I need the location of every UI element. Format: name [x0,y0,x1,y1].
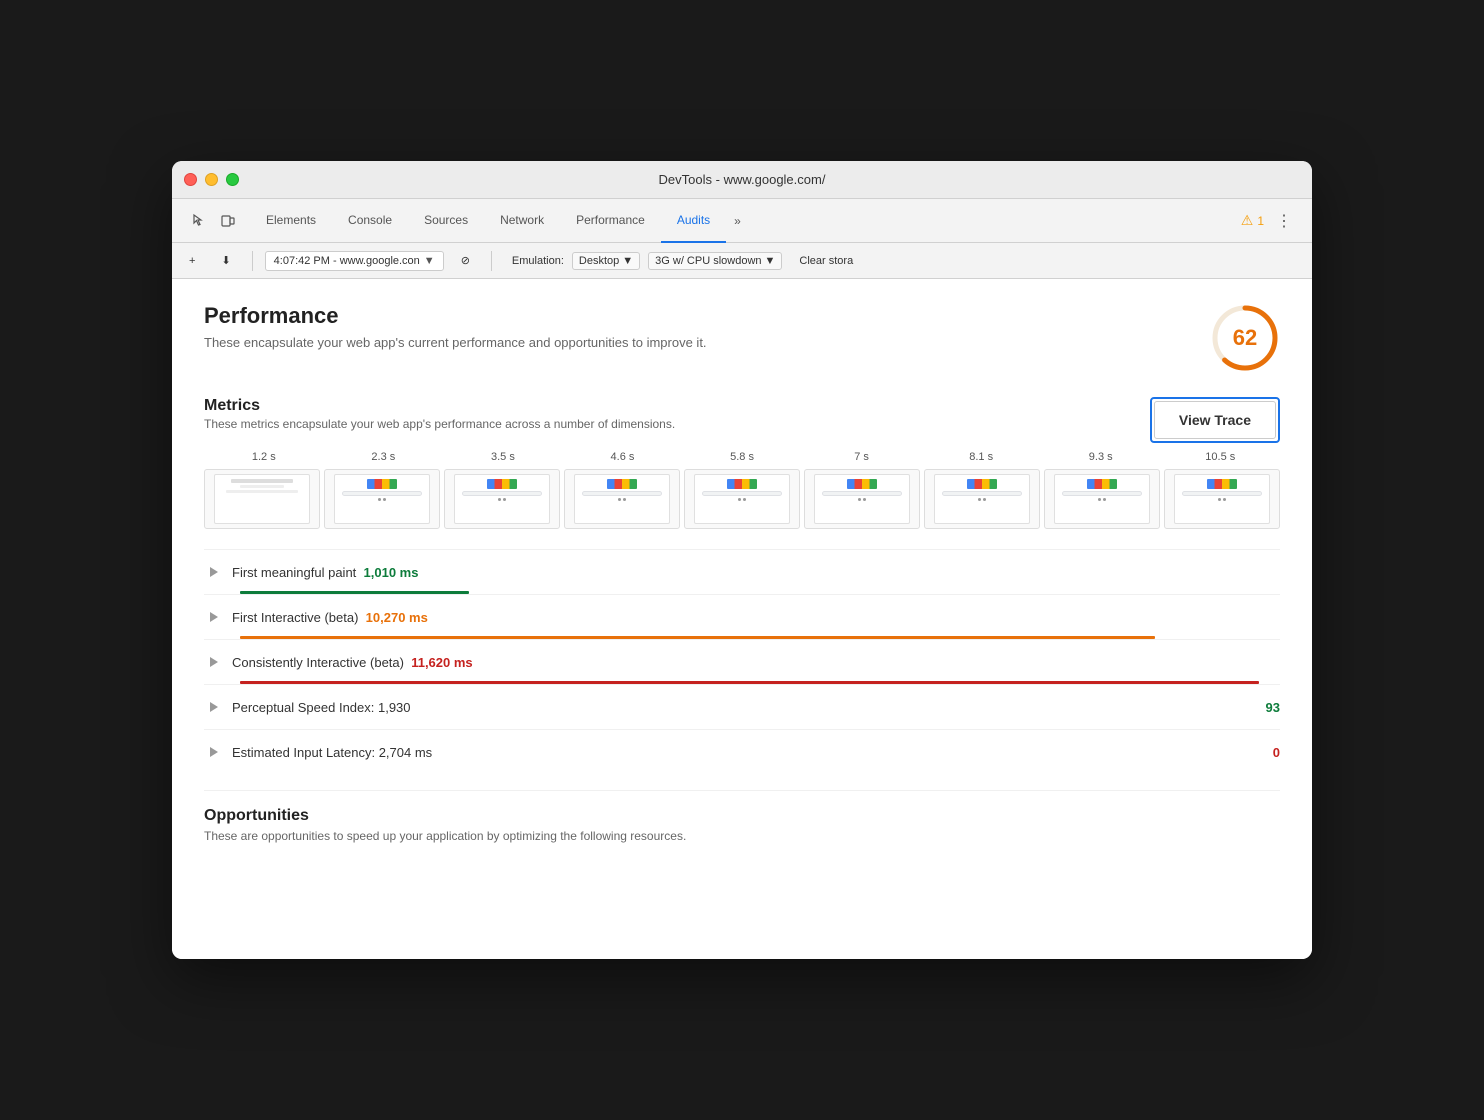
filmstrip-time-8: 10.5 s [1161,451,1281,463]
psi-toggle[interactable] [204,697,224,717]
main-content: Performance These encapsulate your web a… [172,279,1312,959]
tab-elements[interactable]: Elements [250,199,332,243]
metric-row-ci: Consistently Interactive (beta) 11,620 m… [204,639,1280,684]
fmp-value: 1,010 ms [364,565,419,580]
filmstrip-frames [204,469,1280,529]
ci-label: Consistently Interactive (beta) 11,620 m… [232,655,1280,670]
fi-label: First Interactive (beta) 10,270 ms [232,610,1280,625]
eil-toggle[interactable] [204,742,224,762]
filmstrip-frame-2[interactable] [444,469,560,529]
window-title: DevTools - www.google.com/ [659,172,826,187]
filmstrip-time-3: 4.6 s [563,451,683,463]
maximize-button[interactable] [226,173,239,186]
psi-label: Perceptual Speed Index: 1,930 [232,700,1248,715]
metrics-subtitle: These metrics encapsulate your web app's… [204,417,675,431]
filmstrip-frame-1[interactable] [324,469,440,529]
fmp-label: First meaningful paint 1,010 ms [232,565,1280,580]
tab-console[interactable]: Console [332,199,408,243]
score-circle: 62 [1210,303,1280,373]
no-cache-button[interactable]: ⊘ [452,250,479,271]
traffic-lights [184,173,239,186]
inspect-icon[interactable] [184,207,212,235]
filmstrip-frame-6[interactable] [924,469,1040,529]
ci-value: 11,620 ms [411,655,472,670]
more-options-button[interactable]: ⋮ [1272,209,1296,233]
view-trace-button[interactable]: View Trace [1154,401,1276,439]
clear-storage-button[interactable]: Clear stora [790,251,862,271]
fi-value: 10,270 ms [366,610,428,625]
eil-label: Estimated Input Latency: 2,704 ms [232,745,1248,760]
psi-score: 93 [1260,700,1280,715]
titlebar: DevTools - www.google.com/ [172,161,1312,199]
metric-row-psi: Perceptual Speed Index: 1,930 93 [204,684,1280,729]
tab-more[interactable]: » [726,199,749,243]
toolbar-right: ⚠ 1 ⋮ [1229,209,1308,233]
warning-badge: ⚠ 1 [1241,212,1264,229]
add-recording-button[interactable]: + [180,251,204,271]
toolbar-icons [176,207,250,235]
metric-row-fi: First Interactive (beta) 10,270 ms [204,594,1280,639]
toolbar-divider-2 [491,251,492,271]
close-button[interactable] [184,173,197,186]
tab-audits[interactable]: Audits [661,199,726,243]
metrics-title: Metrics [204,397,675,415]
filmstrip-frame-5[interactable] [804,469,920,529]
devtools-window: DevTools - www.google.com/ Elements Cons [172,161,1312,959]
emulation-label: Emulation: [504,255,564,267]
tab-network[interactable]: Network [484,199,560,243]
filmstrip-time-6: 8.1 s [921,451,1041,463]
chevron-down-icon: ▼ [622,255,633,267]
minimize-button[interactable] [205,173,218,186]
performance-header: Performance These encapsulate your web a… [204,303,1280,373]
dropdown-arrow-icon: ▼ [424,255,435,267]
desktop-dropdown[interactable]: Desktop ▼ [572,252,640,270]
eil-score: 0 [1260,745,1280,760]
ci-toggle[interactable] [204,652,224,672]
fmp-toggle[interactable] [204,562,224,582]
filmstrip-frame-3[interactable] [564,469,680,529]
filmstrip-time-7: 9.3 s [1041,451,1161,463]
metrics-header: Metrics These metrics encapsulate your w… [204,397,1280,443]
filmstrip-time-0: 1.2 s [204,451,324,463]
download-button[interactable]: ⬇ [212,250,239,271]
metrics-info: Metrics These metrics encapsulate your w… [204,397,675,431]
chevron-down-icon-2: ▼ [765,255,776,267]
performance-score: 62 [1233,325,1257,351]
filmstrip-time-4: 5.8 s [682,451,802,463]
filmstrip-time-1: 2.3 s [324,451,444,463]
warning-icon: ⚠ [1241,212,1254,229]
metric-row-fmp: First meaningful paint 1,010 ms [204,549,1280,594]
tab-performance[interactable]: Performance [560,199,661,243]
triangle-icon-2 [210,612,218,622]
view-trace-container: View Trace [1150,397,1280,443]
opportunities-title: Opportunities [204,807,1280,825]
opportunities-subtitle: These are opportunities to speed up your… [204,829,1280,843]
opportunities-section: Opportunities These are opportunities to… [204,790,1280,843]
url-display: 4:07:42 PM - www.google.con ▼ [265,251,444,271]
triangle-icon-4 [210,702,218,712]
device-mode-icon[interactable] [214,207,242,235]
performance-title: Performance [204,303,707,329]
filmstrip-time-2: 3.5 s [443,451,563,463]
filmstrip-frame-4[interactable] [684,469,800,529]
devtools-toolbar: Elements Console Sources Network Perform… [172,199,1312,243]
triangle-icon-5 [210,747,218,757]
performance-info: Performance These encapsulate your web a… [204,303,707,350]
filmstrip-times: 1.2 s 2.3 s 3.5 s 4.6 s 5.8 s 7 s 8.1 s … [204,451,1280,463]
toolbar-divider [252,251,253,271]
tabs-container: Elements Console Sources Network Perform… [250,199,1229,243]
filmstrip-time-5: 7 s [802,451,922,463]
metrics-section: Metrics These metrics encapsulate your w… [204,397,1280,774]
triangle-icon [210,567,218,577]
filmstrip-frame-0[interactable] [204,469,320,529]
filmstrip-frame-8[interactable] [1164,469,1280,529]
performance-subtitle: These encapsulate your web app's current… [204,335,707,350]
fi-toggle[interactable] [204,607,224,627]
filmstrip-frame-7[interactable] [1044,469,1160,529]
secondary-toolbar: + ⬇ 4:07:42 PM - www.google.con ▼ ⊘ Emul… [172,243,1312,279]
tab-sources[interactable]: Sources [408,199,484,243]
network-dropdown[interactable]: 3G w/ CPU slowdown ▼ [648,252,782,270]
metric-row-eil: Estimated Input Latency: 2,704 ms 0 [204,729,1280,774]
triangle-icon-3 [210,657,218,667]
